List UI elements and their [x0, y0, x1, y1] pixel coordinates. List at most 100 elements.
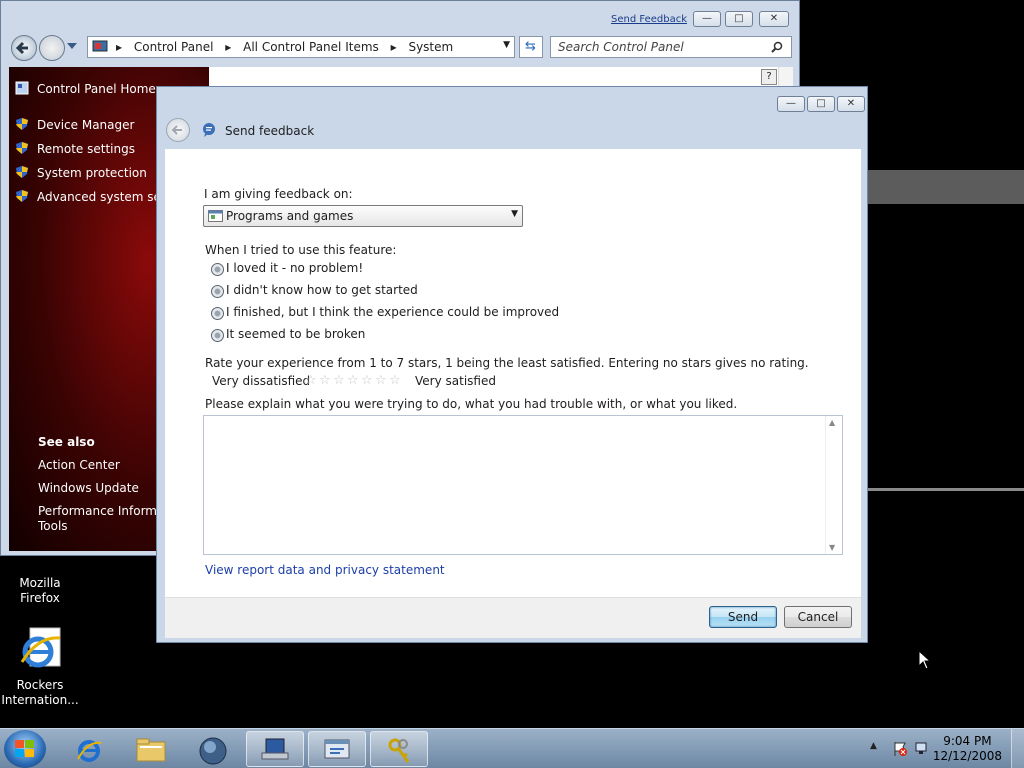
- star-icon[interactable]: ☆: [319, 373, 331, 388]
- sidebar-item-control-panel-home[interactable]: Control Panel Home: [15, 81, 156, 96]
- programs-icon: [208, 210, 223, 222]
- navigation-bar: ▸ Control Panel ▸ All Control Panel Item…: [9, 35, 793, 61]
- star-icon[interactable]: ☆: [305, 373, 317, 388]
- dialog-content: I am giving feedback on: Programs and ga…: [165, 149, 861, 597]
- taskbar-internet-explorer[interactable]: [60, 731, 118, 767]
- recent-pages-dropdown-icon[interactable]: [67, 43, 77, 49]
- scroll-down-icon[interactable]: ▼: [829, 543, 835, 552]
- sidebar-item-system-protection[interactable]: System protection: [15, 165, 147, 180]
- chevron-down-icon: ▼: [511, 209, 518, 219]
- search-input[interactable]: Search Control Panel: [558, 40, 684, 54]
- see-also-heading: See also: [38, 435, 95, 449]
- see-also-action-center[interactable]: Action Center: [38, 458, 120, 472]
- feature-label: When I tried to use this feature:: [205, 243, 397, 257]
- minimize-button[interactable]: —: [693, 11, 721, 27]
- giving-feedback-label: I am giving feedback on:: [204, 187, 353, 201]
- feedback-topic-select[interactable]: Programs and games ▼: [203, 205, 523, 227]
- explain-textarea[interactable]: ▲ ▼: [203, 415, 843, 555]
- explain-scrollbar[interactable]: ▲ ▼: [825, 416, 842, 554]
- breadcrumb-control-panel[interactable]: Control Panel: [134, 40, 214, 54]
- taskbar-send-feedback[interactable]: [308, 731, 366, 767]
- option-loved-it[interactable]: I loved it - no problem!: [226, 261, 363, 275]
- rating-low-label: Very dissatisfied: [212, 374, 311, 388]
- taskbar-keys-app[interactable]: [370, 731, 428, 767]
- dialog-minimize-button[interactable]: —: [777, 96, 805, 112]
- feedback-bubble-icon: [203, 123, 215, 137]
- option-could-be-improved[interactable]: I finished, but I think the experience c…: [226, 305, 559, 319]
- clock-date: 12/12/2008: [932, 749, 1002, 763]
- sidebar-item-advanced-system-settings[interactable]: Advanced system setti: [15, 189, 174, 204]
- taskbar-media-player[interactable]: [184, 731, 242, 767]
- dialog-close-button[interactable]: ✕: [837, 96, 865, 112]
- option-didnt-know[interactable]: I didn't know how to get started: [226, 283, 418, 297]
- dialog-maximize-button[interactable]: □: [807, 96, 835, 112]
- send-feedback-dialog[interactable]: — □ ✕ Send feedback I am giving feedback…: [156, 86, 868, 643]
- back-arrow-icon: [15, 41, 28, 55]
- taskbar-control-panel[interactable]: [246, 731, 304, 767]
- help-icon[interactable]: ?: [761, 69, 777, 85]
- sidebar-item-device-manager[interactable]: Device Manager: [15, 117, 134, 132]
- address-dropdown-icon[interactable]: ▼: [503, 40, 510, 50]
- desktop-icon-internet-explorer[interactable]: Rockers Internation...: [0, 626, 80, 708]
- feedback-window-icon: [324, 739, 350, 759]
- breadcrumb-separator-icon: ▸: [116, 40, 123, 54]
- feedback-topic-value: Programs and games: [226, 209, 354, 223]
- control-panel-home-icon: [15, 81, 29, 95]
- star-icon[interactable]: ☆: [375, 373, 387, 388]
- start-button[interactable]: [4, 730, 46, 768]
- refresh-icon: ⇆: [525, 39, 536, 54]
- back-button[interactable]: [11, 35, 37, 61]
- scroll-up-icon[interactable]: ▲: [829, 418, 835, 427]
- network-icon[interactable]: [914, 741, 930, 757]
- taskbar-windows-explorer[interactable]: [122, 731, 180, 767]
- clock[interactable]: 9:04 PM 12/12/2008: [933, 734, 1002, 764]
- search-box[interactable]: Search Control Panel: [550, 36, 792, 58]
- radio-could-be-improved[interactable]: [211, 307, 224, 320]
- star-icon[interactable]: ☆: [347, 373, 359, 388]
- see-also-performance-information[interactable]: Performance Informati: [38, 504, 172, 518]
- clock-time: 9:04 PM: [943, 734, 992, 748]
- shield-icon: [16, 190, 28, 202]
- dialog-back-button[interactable]: [166, 118, 190, 142]
- close-button[interactable]: ✕: [759, 11, 789, 27]
- forward-button[interactable]: [39, 35, 65, 61]
- mouse-cursor-icon: [918, 650, 932, 670]
- globe-icon: [199, 737, 227, 765]
- refresh-button[interactable]: ⇆: [519, 36, 543, 58]
- show-hidden-icons-icon[interactable]: ▲: [870, 741, 877, 751]
- keys-icon: [388, 738, 410, 763]
- address-bar[interactable]: ▸ Control Panel ▸ All Control Panel Item…: [87, 36, 515, 58]
- radio-didnt-know[interactable]: [211, 285, 224, 298]
- breadcrumb-separator-icon: ▸: [390, 40, 397, 54]
- see-also-windows-update[interactable]: Windows Update: [38, 481, 139, 495]
- star-icon[interactable]: ☆: [361, 373, 373, 388]
- rating-instruction: Rate your experience from 1 to 7 stars, …: [205, 356, 809, 370]
- radio-broken[interactable]: [211, 329, 224, 342]
- send-button[interactable]: Send: [709, 606, 777, 628]
- show-desktop-button[interactable]: [1011, 729, 1024, 768]
- shield-icon: [16, 118, 28, 130]
- shield-icon: [16, 166, 28, 178]
- background-window-line: [868, 488, 1024, 491]
- taskbar: ▲ 9:04 PM 12/12/2008: [0, 728, 1024, 768]
- radio-loved-it[interactable]: [211, 263, 224, 276]
- windows-logo-icon: [15, 740, 34, 757]
- explain-label: Please explain what you were trying to d…: [205, 397, 738, 411]
- desktop-icon-firefox[interactable]: Mozilla Firefox: [0, 548, 80, 606]
- option-broken[interactable]: It seemed to be broken: [226, 327, 365, 341]
- desktop-icon-label: Mozilla Firefox: [19, 576, 61, 605]
- privacy-statement-link[interactable]: View report data and privacy statement: [205, 563, 445, 577]
- maximize-button[interactable]: □: [725, 11, 753, 27]
- see-also-performance-tools[interactable]: Tools: [38, 519, 68, 533]
- cancel-button[interactable]: Cancel: [784, 606, 852, 628]
- sidebar-item-remote-settings[interactable]: Remote settings: [15, 141, 135, 156]
- action-center-flag-icon[interactable]: [892, 741, 908, 757]
- back-arrow-icon: [171, 125, 182, 135]
- breadcrumb-system[interactable]: System: [408, 40, 453, 54]
- star-icon[interactable]: ☆: [333, 373, 345, 388]
- star-icon[interactable]: ☆: [389, 373, 401, 388]
- breadcrumb-all-items[interactable]: All Control Panel Items: [243, 40, 379, 54]
- control-panel-titlebar[interactable]: Send Feedback — □ ✕: [1, 1, 799, 35]
- send-feedback-link[interactable]: Send Feedback: [611, 14, 687, 25]
- internet-explorer-icon: [77, 740, 102, 762]
